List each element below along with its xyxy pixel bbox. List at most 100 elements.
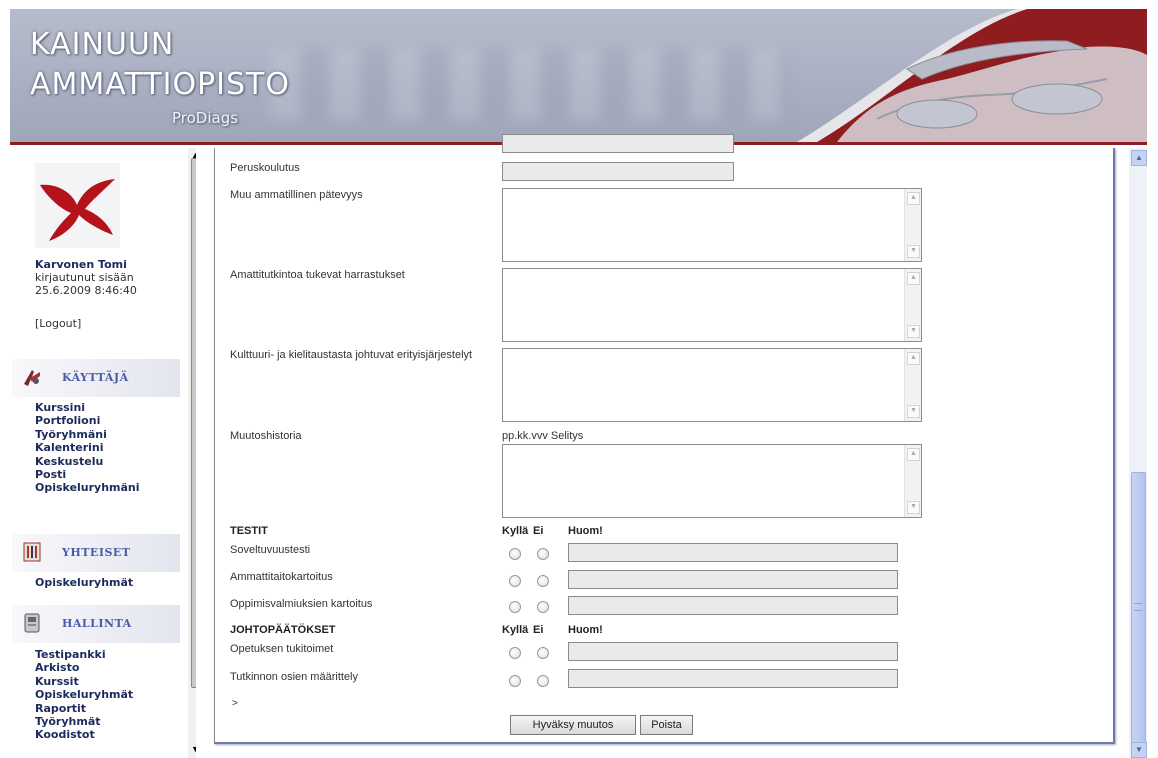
sidebar-item-raportit[interactable]: Raportit — [35, 702, 133, 715]
accept-change-button[interactable]: Hyväksy muutos — [510, 715, 636, 735]
site-header: KAINUUN AMMATTIOPISTO ProDiags — [10, 9, 1147, 142]
logout-link[interactable]: [Logout] — [35, 317, 81, 330]
field-label: Amattitutkintoa tukevat harrastukset — [230, 269, 405, 281]
section-label: YHTEISET — [62, 546, 131, 559]
logo-title-line2: AMMATTIOPISTO — [30, 67, 290, 102]
admin-icon — [24, 613, 40, 633]
section-label: HALLINTA — [62, 617, 132, 630]
field-label: Peruskoulutus — [230, 162, 300, 174]
column-note: Huom! — [568, 525, 603, 537]
avatar-logo-icon — [40, 179, 115, 241]
harrastukset-textarea[interactable]: ▲ ▼ — [502, 268, 922, 342]
scroll-up-icon[interactable]: ▲ — [907, 192, 920, 205]
conclusion-row-label: Tutkinnon osien määrittely — [230, 671, 358, 683]
form-panel: Peruskoulutus Muu ammatillinen pätevyys … — [214, 134, 1115, 744]
muutoshistoria-textarea[interactable]: ▲ ▼ — [502, 444, 922, 518]
sidebar-item-posti[interactable]: Posti — [35, 468, 140, 481]
menu-kayttaja: Kurssini Portfolioni Työryhmäni Kalenter… — [35, 401, 140, 495]
field-label: Kulttuuri- ja kielitaustasta johtuvat er… — [230, 349, 473, 361]
user-tools-icon — [24, 370, 40, 386]
scroll-up-icon[interactable]: ▲ — [907, 272, 920, 285]
sidebar-item-opiskeluryhmat[interactable]: Opiskeluryhmät — [35, 576, 133, 589]
yes-radio[interactable] — [509, 647, 521, 659]
yes-radio[interactable] — [509, 675, 521, 687]
sidebar-item-tyoryhmani[interactable]: Työryhmäni — [35, 428, 140, 441]
section-label: KÄYTTÄJÄ — [62, 371, 129, 384]
column-no: Ei — [533, 525, 544, 537]
sidebar-item-keskustelu[interactable]: Keskustelu — [35, 455, 140, 468]
scroll-down-icon[interactable]: ▼ — [188, 744, 196, 758]
sidebar-item-testipankki[interactable]: Testipankki — [35, 648, 133, 661]
cut-off-field[interactable] — [502, 134, 734, 153]
menu-hallinta: Testipankki Arkisto Kurssit Opiskeluryhm… — [35, 648, 133, 742]
column-note: Huom! — [568, 624, 603, 636]
no-radio[interactable] — [537, 647, 549, 659]
sidebar-item-kalenterini[interactable]: Kalenterini — [35, 441, 140, 454]
textarea-scrollbar[interactable]: ▲ ▼ — [904, 269, 921, 341]
conclusion-row-label: Opetuksen tukitoimet — [230, 643, 334, 655]
section-header-yhteiset[interactable]: YHTEISET — [12, 534, 180, 572]
textarea-scrollbar[interactable]: ▲ ▼ — [904, 189, 921, 261]
login-time: 25.6.2009 8:46:40 — [35, 284, 137, 297]
sidebar: Karvonen Tomi kirjautunut sisään 25.6.20… — [10, 148, 196, 758]
logo-subtitle: ProDiags — [172, 109, 239, 127]
header-background-pattern — [270, 49, 790, 119]
column-yes: Kyllä — [502, 624, 529, 636]
scroll-down-icon[interactable]: ▼ — [1131, 742, 1147, 758]
note-field[interactable] — [568, 543, 898, 562]
yes-radio[interactable] — [509, 575, 521, 587]
column-yes: Kyllä — [502, 525, 529, 537]
marker-text: > — [232, 698, 238, 709]
note-field[interactable] — [568, 642, 898, 661]
section-heading-johtopaatokset: JOHTOPÄÄTÖKSET — [230, 624, 336, 636]
section-header-hallinta[interactable]: HALLINTA — [12, 605, 180, 643]
user-status: kirjautunut sisään — [35, 271, 134, 284]
scroll-down-icon[interactable]: ▼ — [907, 325, 920, 338]
sidebar-item-portfolioni[interactable]: Portfolioni — [35, 414, 140, 427]
textarea-scrollbar[interactable]: ▲ ▼ — [904, 445, 921, 517]
yes-radio[interactable] — [509, 601, 521, 613]
scroll-grip-icon — [1134, 603, 1142, 611]
no-radio[interactable] — [537, 675, 549, 687]
scroll-down-icon[interactable]: ▼ — [907, 245, 920, 258]
no-radio[interactable] — [537, 601, 549, 613]
user-name: Karvonen Tomi — [35, 258, 127, 271]
sidebar-item-opiskeluryhmani[interactable]: Opiskeluryhmäni — [35, 481, 140, 494]
sidebar-item-tyoryhmat[interactable]: Työryhmät — [35, 715, 133, 728]
bookshelf-icon — [23, 542, 41, 562]
logo-title-line1: KAINUUN — [30, 27, 175, 62]
column-no: Ei — [533, 624, 544, 636]
scroll-down-icon[interactable]: ▼ — [907, 405, 920, 418]
yes-radio[interactable] — [509, 548, 521, 560]
scroll-down-icon[interactable]: ▼ — [907, 501, 920, 514]
textarea-scrollbar[interactable]: ▲ ▼ — [904, 349, 921, 421]
sidebar-item-opiskeluryhmat-admin[interactable]: Opiskeluryhmät — [35, 688, 133, 701]
no-radio[interactable] — [537, 575, 549, 587]
peruskoulutus-field[interactable] — [502, 162, 734, 181]
main-content: Peruskoulutus Muu ammatillinen pätevyys … — [196, 134, 1126, 758]
test-row-label: Oppimisvalmiuksien kartoitus — [230, 598, 373, 610]
note-field[interactable] — [568, 570, 898, 589]
erityisjarjestelyt-textarea[interactable]: ▲ ▼ — [502, 348, 922, 422]
field-label: Muu ammatillinen pätevyys — [230, 189, 363, 201]
note-field[interactable] — [568, 669, 898, 688]
car-banner-image — [797, 9, 1147, 142]
delete-button[interactable]: Poista — [640, 715, 693, 735]
section-heading-testit: TESTIT — [230, 525, 268, 537]
scroll-up-icon[interactable]: ▲ — [907, 352, 920, 365]
scroll-up-icon[interactable]: ▲ — [188, 150, 196, 164]
section-header-kayttaja[interactable]: KÄYTTÄJÄ — [12, 359, 180, 397]
test-row-label: Soveltuvuustesti — [230, 544, 311, 556]
note-field[interactable] — [568, 596, 898, 615]
muutoshistoria-hint: pp.kk.vvv Selitys — [502, 430, 584, 442]
scroll-up-icon[interactable]: ▲ — [907, 448, 920, 461]
sidebar-item-kurssini[interactable]: Kurssini — [35, 401, 140, 414]
sidebar-item-koodistot[interactable]: Koodistot — [35, 728, 133, 741]
no-radio[interactable] — [537, 548, 549, 560]
muu-patevyys-textarea[interactable]: ▲ ▼ — [502, 188, 922, 262]
scroll-up-icon[interactable]: ▲ — [1131, 150, 1147, 166]
avatar — [35, 163, 120, 248]
sidebar-item-kurssit[interactable]: Kurssit — [35, 675, 133, 688]
sidebar-item-arkisto[interactable]: Arkisto — [35, 661, 133, 674]
field-label: Muutoshistoria — [230, 430, 302, 442]
